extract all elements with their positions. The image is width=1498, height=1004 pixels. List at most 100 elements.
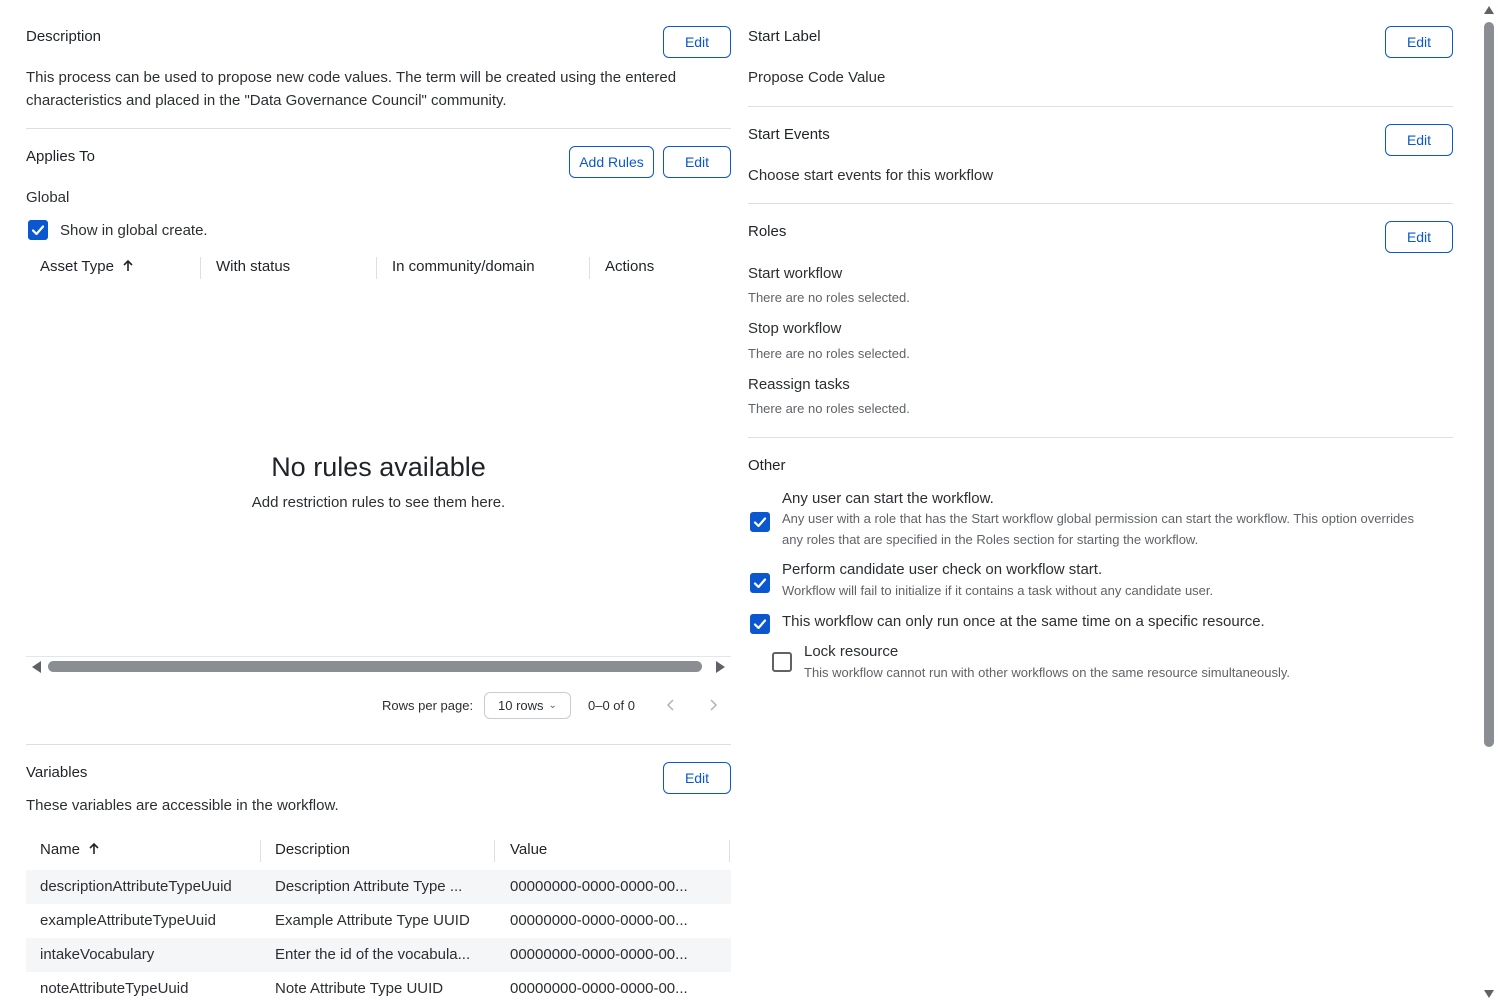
start-label-heading: Start Label [748, 28, 821, 45]
table-row[interactable]: exampleAttributeTypeUuid Example Attribu… [26, 904, 731, 938]
variable-name: descriptionAttributeTypeUuid [40, 878, 232, 895]
start-events-edit-button[interactable]: Edit [1385, 124, 1453, 156]
candidate-user-check-help: Workflow will fail to initialize if it c… [782, 583, 1214, 598]
variable-description: Enter the id of the vocabula... [275, 946, 471, 963]
role-start-workflow-label: Start workflow [748, 265, 843, 282]
description-text-line2: characteristics and placed in the "Data … [26, 92, 507, 109]
column-header-in-community-domain[interactable]: In community/domain [392, 258, 535, 275]
column-separator [494, 840, 495, 862]
applies-to-scope: Global [26, 189, 70, 206]
column-separator [200, 257, 201, 279]
variable-value: 00000000-0000-0000-00... [510, 912, 688, 929]
scroll-right-icon[interactable] [716, 661, 725, 673]
divider [26, 744, 731, 745]
checkmark-icon [31, 225, 45, 236]
divider [748, 203, 1453, 204]
rows-per-page-value: 10 rows [498, 698, 544, 713]
role-stop-workflow-label: Stop workflow [748, 320, 842, 337]
column-separator [376, 257, 377, 279]
variable-description: Example Attribute Type UUID [275, 912, 470, 929]
roles-heading: Roles [748, 223, 787, 240]
column-label: Name [40, 841, 81, 858]
variable-description: Note Attribute Type UUID [275, 980, 444, 997]
candidate-user-check-checkbox[interactable] [750, 573, 770, 593]
start-events-heading: Start Events [748, 126, 830, 143]
column-header-asset-type[interactable]: Asset Type [40, 258, 134, 275]
divider [748, 106, 1453, 107]
lock-resource-checkbox[interactable] [772, 652, 792, 672]
description-edit-button[interactable]: Edit [663, 26, 731, 58]
column-header-value[interactable]: Value [510, 841, 547, 858]
empty-state-subtitle: Add restriction rules to see them here. [251, 494, 506, 511]
lock-resource-help: This workflow cannot run with other work… [804, 665, 1291, 680]
variables-heading: Variables [26, 764, 88, 781]
rows-per-page-select[interactable]: 10 rows ⌄ [484, 692, 571, 719]
any-user-start-checkbox[interactable] [750, 512, 770, 532]
add-rules-button[interactable]: Add Rules [569, 146, 654, 178]
column-separator [260, 840, 261, 862]
variable-name: intakeVocabulary [40, 946, 155, 963]
checkmark-icon [753, 578, 767, 589]
any-user-start-help-line2: any roles that are specified in the Role… [782, 532, 1199, 547]
arrow-up-icon [89, 842, 99, 854]
column-label: Asset Type [40, 258, 114, 275]
scroll-left-icon[interactable] [32, 661, 41, 673]
role-reassign-tasks-value: There are no roles selected. [748, 401, 910, 416]
checkmark-icon [753, 517, 767, 528]
divider [26, 128, 731, 129]
variable-value: 00000000-0000-0000-00... [510, 946, 688, 963]
checkmark-icon [753, 619, 767, 630]
show-global-create-checkbox[interactable] [28, 220, 48, 240]
chevron-down-icon: ⌄ [548, 700, 557, 711]
scrollbar-thumb[interactable] [48, 661, 702, 672]
column-header-with-status[interactable]: With status [216, 258, 290, 275]
variable-name: noteAttributeTypeUuid [40, 980, 189, 997]
column-header-description[interactable]: Description [275, 841, 350, 858]
column-separator [729, 840, 730, 862]
variables-subtitle: These variables are accessible in the wo… [26, 797, 339, 814]
vertical-scrollbar[interactable] [1481, 0, 1498, 1004]
any-user-start-help-line1: Any user with a role that has the Start … [782, 511, 1414, 526]
run-once-label: This workflow can only run once at the s… [782, 613, 1265, 630]
start-events-value: Choose start events for this workflow [748, 167, 994, 184]
start-label-edit-button[interactable]: Edit [1385, 26, 1453, 58]
next-page-icon[interactable] [708, 699, 718, 711]
role-reassign-tasks-label: Reassign tasks [748, 376, 850, 393]
column-header-actions: Actions [605, 258, 655, 275]
variable-value: 00000000-0000-0000-00... [510, 878, 688, 895]
pagination-range: 0–0 of 0 [588, 698, 635, 713]
empty-state-title: No rules available [271, 452, 486, 482]
variables-edit-button[interactable]: Edit [663, 762, 731, 794]
description-heading: Description [26, 28, 102, 45]
role-stop-workflow-value: There are no roles selected. [748, 346, 910, 361]
divider [748, 437, 1453, 438]
role-start-workflow-value: There are no roles selected. [748, 290, 910, 305]
applies-to-heading: Applies To [26, 148, 95, 165]
lock-resource-label: Lock resource [804, 643, 899, 660]
start-label-value: Propose Code Value [748, 69, 886, 86]
rows-per-page-label: Rows per page: [382, 698, 474, 713]
show-global-create-label: Show in global create. [60, 222, 208, 239]
table-row[interactable]: intakeVocabulary Enter the id of the voc… [26, 938, 731, 972]
scroll-down-icon[interactable] [1484, 990, 1494, 998]
description-text-line1: This process can be used to propose new … [26, 69, 677, 86]
scroll-up-icon[interactable] [1484, 6, 1494, 14]
roles-edit-button[interactable]: Edit [1385, 221, 1453, 253]
variables-table-header: Name Description Value [26, 838, 731, 866]
candidate-user-check-label: Perform candidate user check on workflow… [782, 561, 1103, 578]
scrollbar-thumb[interactable] [1484, 22, 1494, 747]
previous-page-icon[interactable] [666, 699, 676, 711]
run-once-checkbox[interactable] [750, 614, 770, 634]
variable-name: exampleAttributeTypeUuid [40, 912, 216, 929]
horizontal-scrollbar[interactable] [26, 656, 731, 676]
arrow-up-icon [123, 259, 133, 271]
other-heading: Other [748, 457, 786, 474]
variable-value: 00000000-0000-0000-00... [510, 980, 688, 997]
table-row[interactable]: descriptionAttributeTypeUuid Description… [26, 870, 731, 904]
any-user-start-label: Any user can start the workflow. [782, 490, 994, 507]
column-header-name[interactable]: Name [40, 841, 100, 858]
table-row[interactable]: noteAttributeTypeUuid Note Attribute Typ… [26, 972, 731, 1004]
column-separator [589, 257, 590, 279]
variable-description: Description Attribute Type ... [275, 878, 463, 895]
applies-to-edit-button[interactable]: Edit [663, 146, 731, 178]
